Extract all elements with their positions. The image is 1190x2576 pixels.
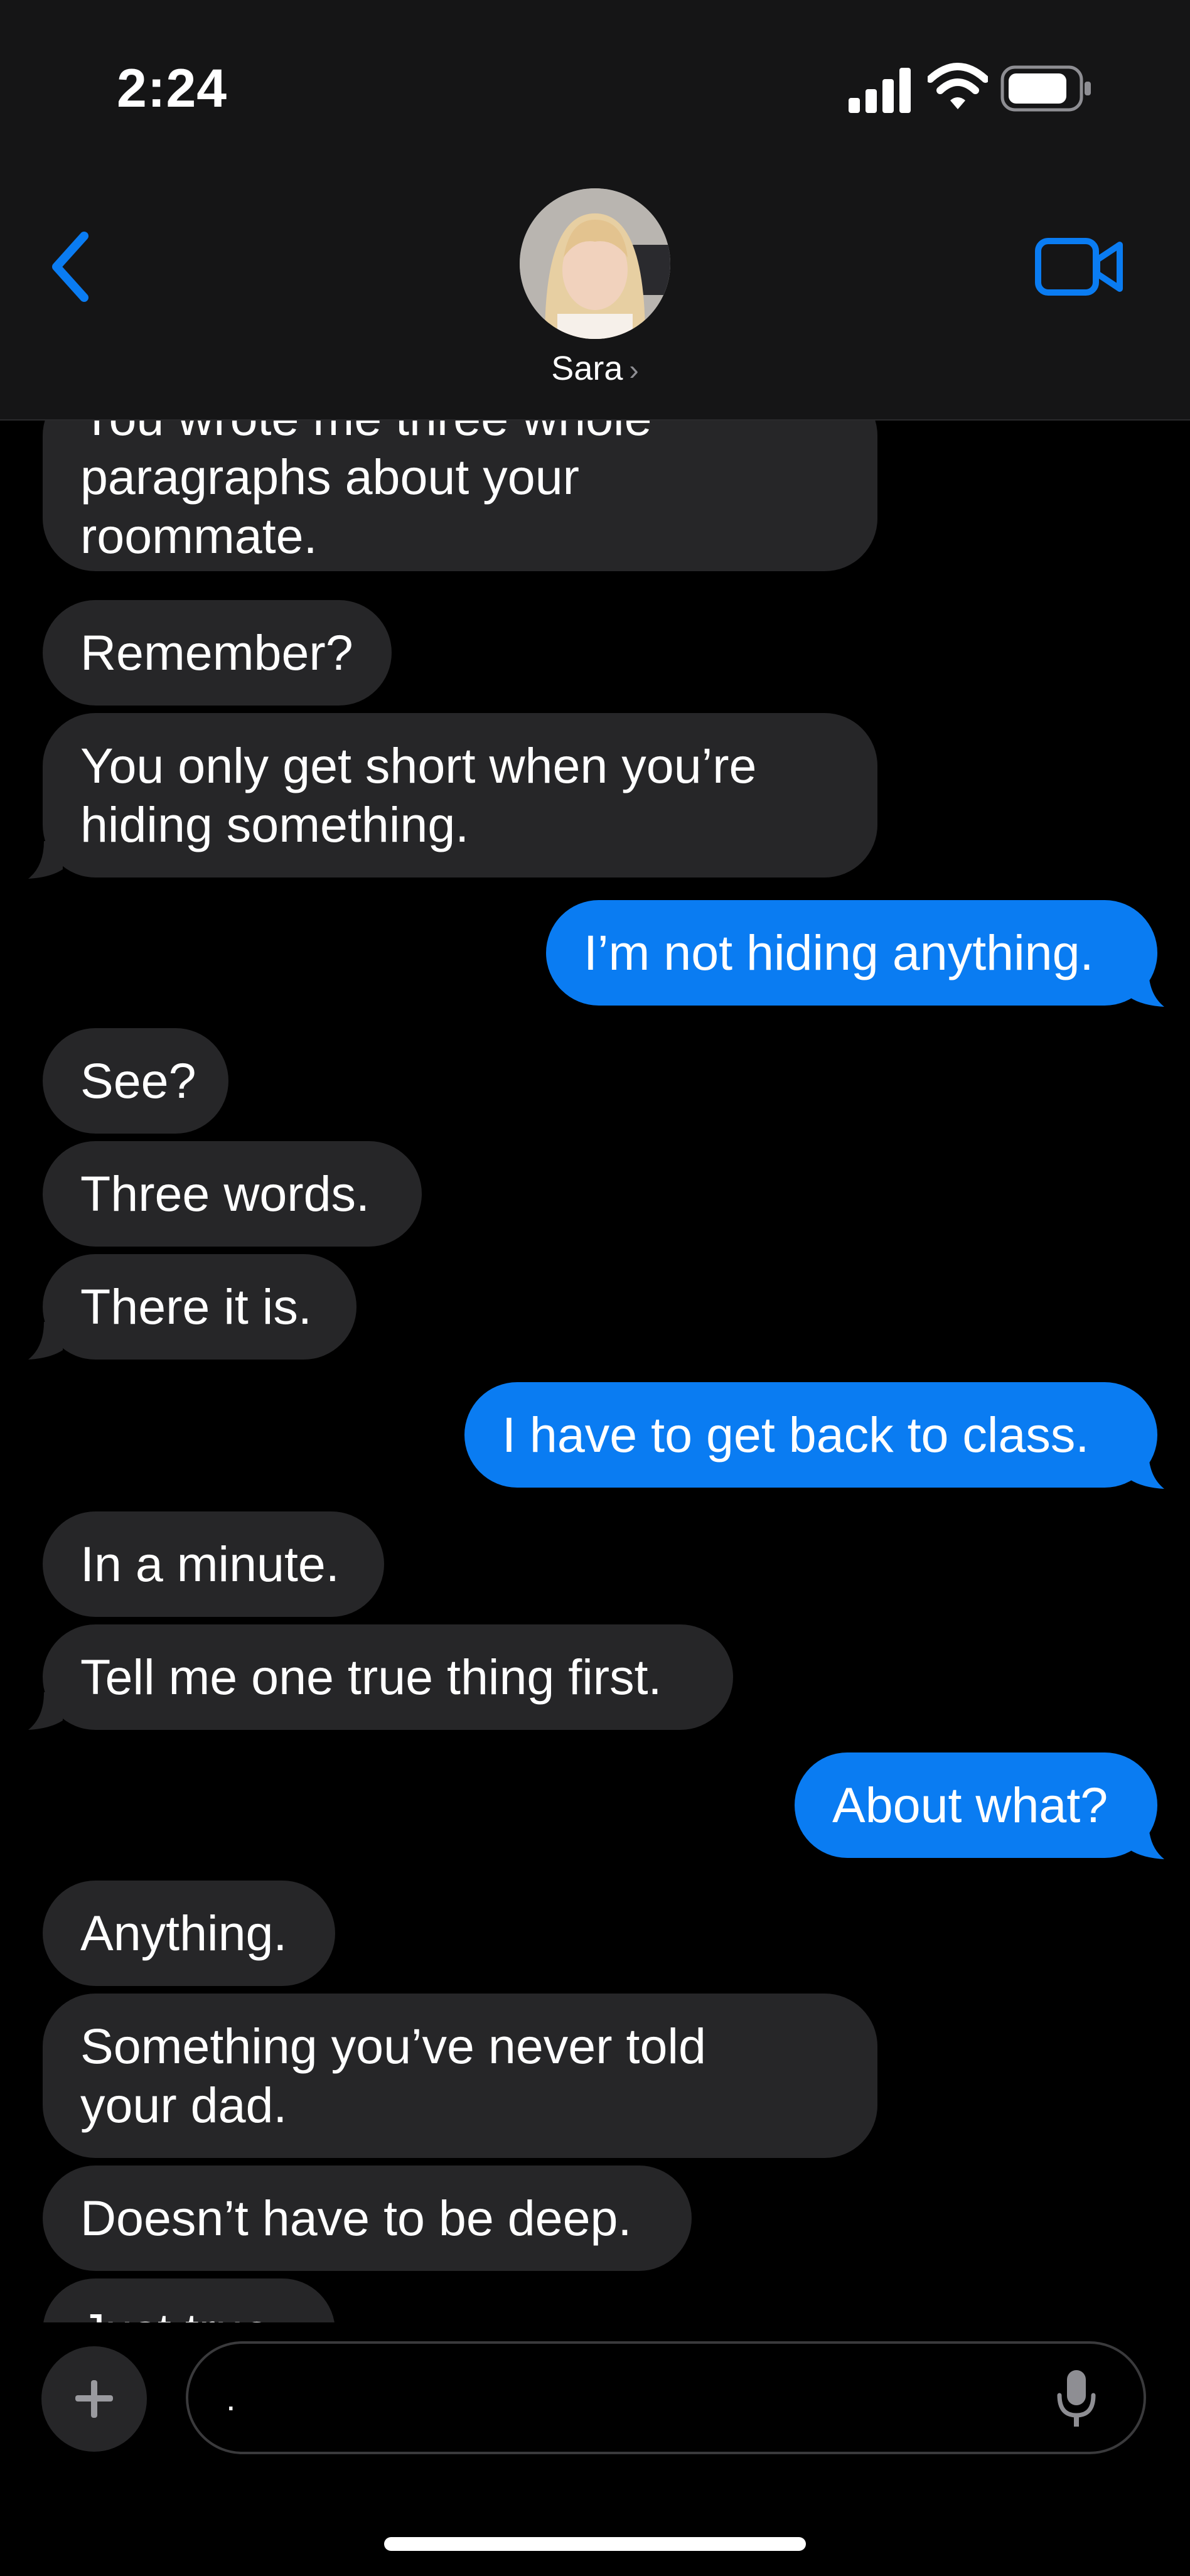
message-bubble-sent: I’m not hiding anything.: [546, 900, 1157, 1006]
message-bubble-sent: About what?: [795, 1752, 1157, 1858]
message-text: In a minute.: [80, 1536, 340, 1592]
message-text: I have to get back to class.: [502, 1407, 1090, 1462]
message-bubble-received: Three words.: [43, 1141, 422, 1247]
message-input[interactable]: [186, 2341, 1146, 2454]
message-text: About what?: [832, 1777, 1108, 1833]
message-text: Doesn’t have to be deep.: [80, 2190, 632, 2246]
message-bubble-received: Just true.: [43, 2278, 335, 2322]
add-attachment-button[interactable]: [41, 2346, 147, 2452]
message-bubble-received: In a minute.: [43, 1511, 384, 1617]
message-composer: [0, 2322, 1190, 2576]
message-bubble-received: Remember?: [43, 600, 392, 706]
message-text: Something you’ve never told your dad.: [80, 2018, 706, 2133]
cellular-signal-icon: [849, 68, 911, 113]
message-text: Just true.: [80, 2302, 284, 2322]
message-text: There it is.: [80, 1279, 312, 1334]
message-bubble-received: Tell me one true thing first.: [43, 1624, 733, 1730]
message-text: See?: [80, 1053, 196, 1108]
bubble-tail: [28, 1692, 63, 1730]
microphone-icon[interactable]: [1054, 2368, 1098, 2430]
status-bar: 2:24: [0, 0, 1190, 144]
message-bubble-received: Something you’ve never told your dad.: [43, 1994, 877, 2158]
message-text: Tell me one true thing first.: [80, 1649, 662, 1705]
bubble-tail: [28, 841, 63, 879]
message-list[interactable]: You wrote me three whole paragraphs abou…: [0, 402, 1190, 2322]
message-bubble-received: Doesn’t have to be deep.: [43, 2165, 692, 2271]
back-chevron-icon[interactable]: [45, 226, 102, 308]
wifi-icon: [928, 63, 988, 109]
bubble-tail: [1130, 1822, 1164, 1859]
contact-name: Sara: [551, 350, 623, 387]
avatar-photo: [520, 188, 670, 339]
message-text: Anything.: [80, 1905, 287, 1961]
plus-icon-stroke: [91, 2380, 97, 2418]
video-call-icon[interactable]: [1034, 232, 1125, 301]
message-bubble-received: You only get short when you’re hiding so…: [43, 713, 877, 877]
chevron-right-icon: ›: [629, 353, 639, 386]
conversation-header: Sara ›: [0, 144, 1190, 421]
bubble-tail: [1130, 969, 1164, 1007]
message-bubble-received: You wrote me three whole paragraphs abou…: [43, 402, 877, 571]
home-indicator: [384, 2537, 806, 2551]
contact-avatar[interactable]: [520, 188, 670, 339]
message-text: Three words.: [80, 1166, 370, 1221]
battery-icon: [1000, 65, 1091, 112]
message-bubble-sent: I have to get back to class.: [464, 1382, 1157, 1488]
message-bubble-received: There it is.: [43, 1254, 356, 1360]
message-text: I’m not hiding anything.: [584, 925, 1094, 980]
bubble-tail: [1130, 1451, 1164, 1489]
contact-name-button[interactable]: Sara ›: [0, 349, 1190, 388]
message-bubble-received: See?: [43, 1028, 228, 1134]
message-text: You only get short when you’re hiding so…: [80, 738, 757, 852]
bubble-tail: [28, 1322, 63, 1360]
status-time: 2:24: [117, 58, 228, 119]
message-bubble-received: Anything.: [43, 1881, 335, 1986]
message-text: You wrote me three whole paragraphs abou…: [80, 402, 652, 564]
message-text: Remember?: [80, 625, 353, 680]
